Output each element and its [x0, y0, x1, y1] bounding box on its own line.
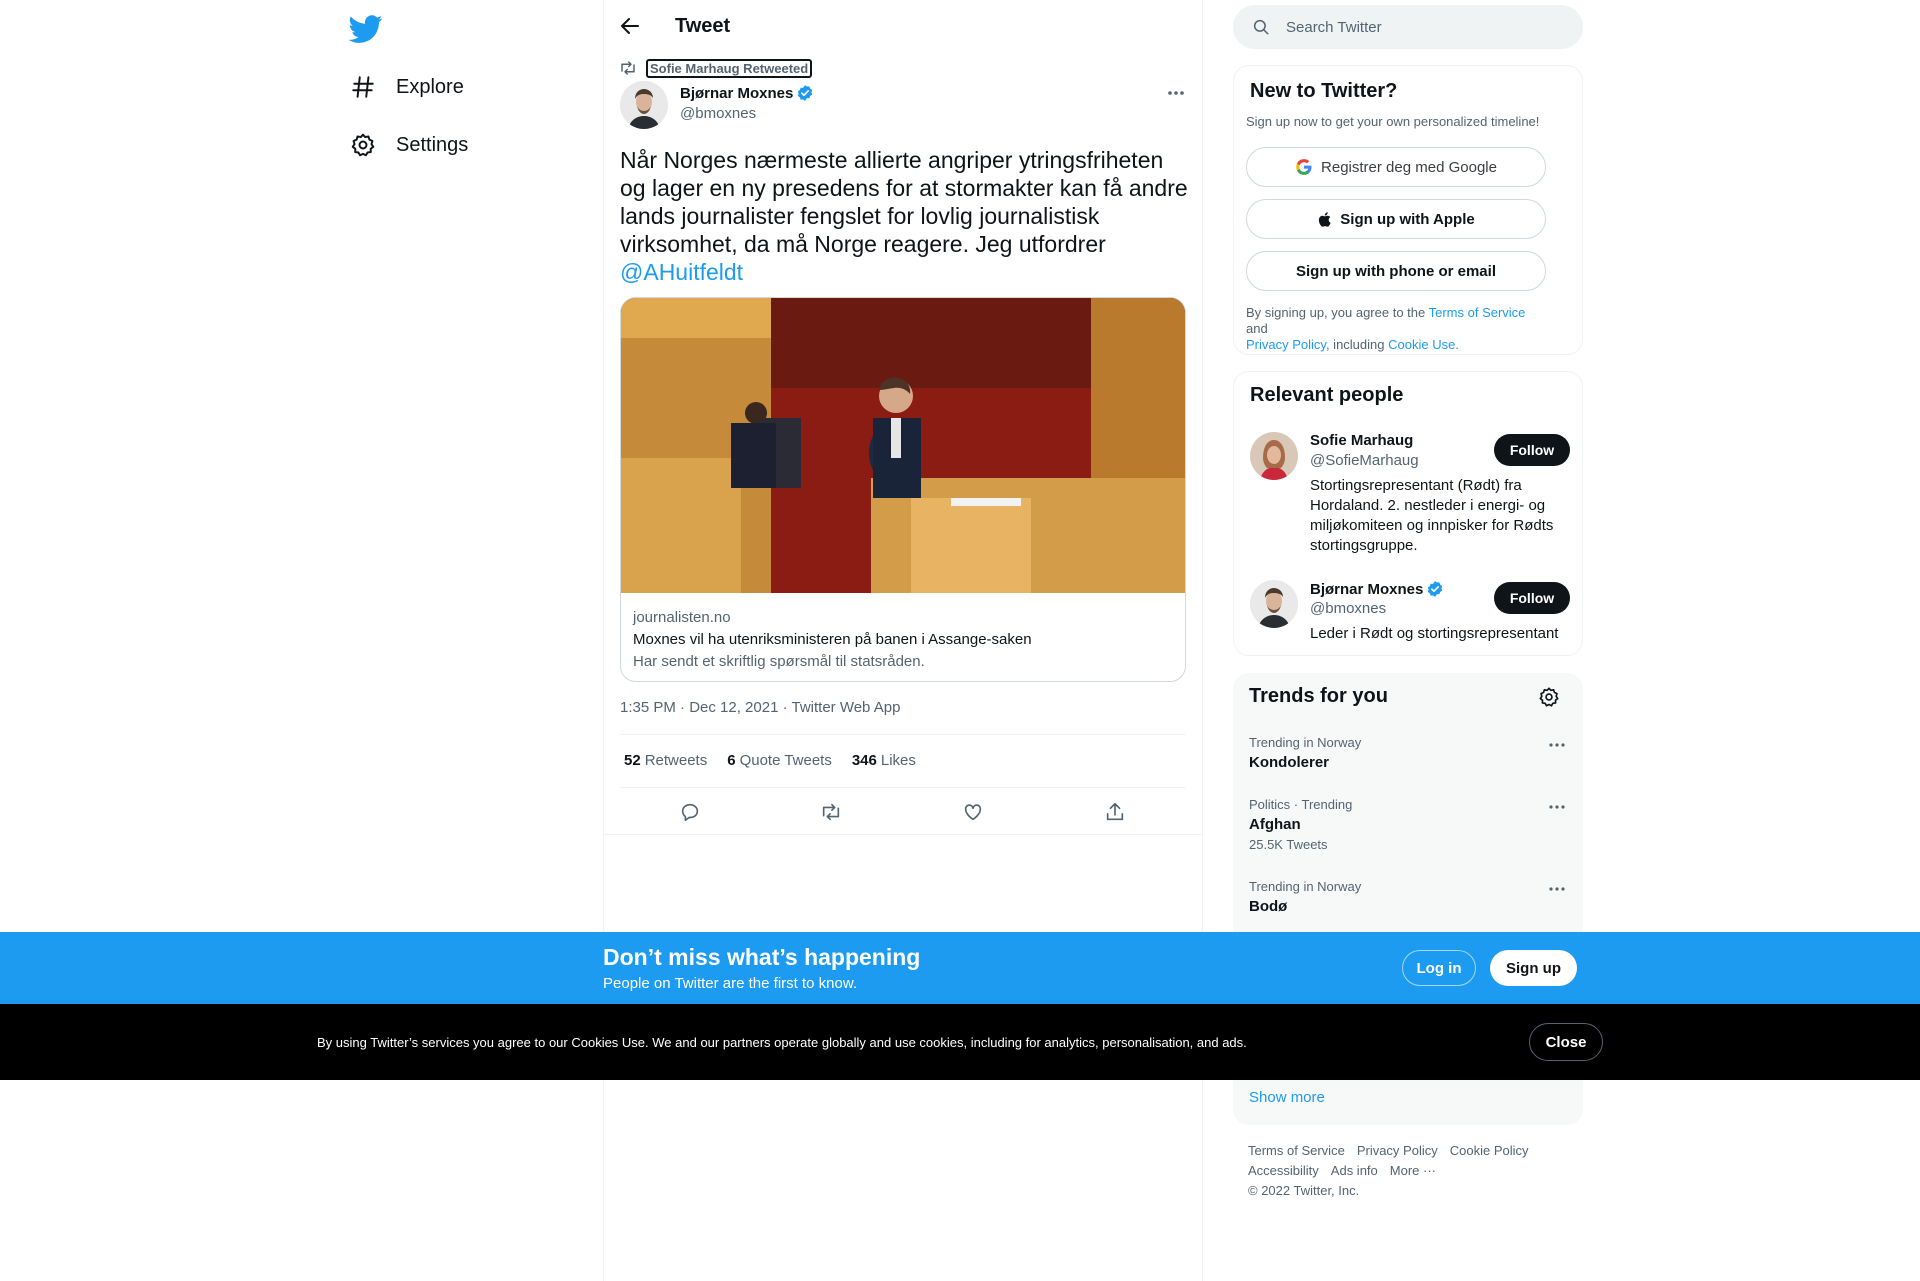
hashtag-icon [350, 74, 376, 100]
footer-link[interactable]: Ads info [1331, 1163, 1378, 1178]
avatar[interactable] [620, 81, 668, 129]
gear-icon [350, 132, 376, 158]
trend-name: Afghan [1249, 816, 1301, 833]
trend-context: Trending in Norway [1249, 879, 1362, 894]
terms-link[interactable]: Terms of Service [1429, 305, 1526, 320]
person-handle[interactable]: @bmoxnes [1310, 600, 1386, 617]
trend-context: Trending in Norway [1249, 735, 1362, 750]
google-icon [1295, 158, 1313, 176]
cookie-banner: By using Twitter’s services you agree to… [0, 1004, 1920, 1080]
retweets-stat[interactable]: 52 Retweets [624, 752, 707, 769]
footer-link[interactable]: Privacy Policy [1357, 1143, 1438, 1158]
card-description: Har sendt et skriftlig spørsmål til stat… [633, 653, 925, 670]
share-icon[interactable] [1104, 801, 1126, 823]
like-heart-icon[interactable] [962, 801, 984, 823]
card-title: Moxnes vil ha utenriksministeren på bane… [633, 631, 1032, 648]
trend-name: Bodø [1249, 898, 1288, 915]
signup-terms: By signing up, you agree to the Terms of… [1246, 305, 1526, 352]
panel-title: Relevant people [1250, 384, 1404, 406]
person-bio: Stortingsrepresentant (Rødt) fra Hordala… [1310, 477, 1554, 554]
signup-button[interactable]: Sign up [1490, 950, 1577, 986]
search-box[interactable] [1233, 5, 1583, 49]
trend-context: Politics · Trending [1249, 797, 1353, 812]
page-title: Tweet [675, 15, 731, 37]
trend-item[interactable]: Trending in Norway Kondolerer [1249, 735, 1567, 771]
avatar[interactable] [1250, 580, 1298, 628]
quote-tweets-stat[interactable]: 6 Quote Tweets [727, 752, 832, 769]
footer-link[interactable]: More ··· [1390, 1163, 1436, 1178]
mention-link[interactable]: @AHuitfeldt [620, 259, 743, 285]
reply-icon[interactable] [679, 801, 701, 823]
tweet-text: Når Norges nærmeste allierte angriper yt… [620, 147, 1188, 285]
avatar[interactable] [1250, 432, 1298, 480]
tweet-stats: 52 Retweets 6 Quote Tweets 346 Likes [624, 752, 916, 769]
retweet-icon[interactable] [820, 801, 842, 823]
nav-item-label: Explore [396, 75, 464, 98]
trend-name: Kondolerer [1249, 754, 1330, 771]
banner-subtitle: People on Twitter are the first to know. [603, 975, 858, 992]
footer-link[interactable]: Cookie Policy [1450, 1143, 1529, 1158]
back-arrow-icon[interactable] [618, 14, 642, 38]
panel-title: New to Twitter? [1250, 80, 1398, 102]
card-domain: journalisten.no [633, 609, 731, 626]
more-options-icon[interactable] [1547, 737, 1567, 753]
cookie-use-link[interactable]: Cookie Use. [1388, 337, 1459, 352]
panel-subtitle: Sign up now to get your own personalized… [1246, 114, 1540, 129]
follow-button[interactable]: Follow [1494, 434, 1570, 466]
footer-link[interactable]: Terms of Service [1248, 1143, 1345, 1158]
more-options-icon[interactable] [1162, 82, 1190, 104]
author-handle[interactable]: @bmoxnes [680, 105, 756, 122]
person-handle[interactable]: @SofieMarhaug [1310, 452, 1419, 469]
cookie-notice-text: By using Twitter’s services you agree to… [317, 1035, 1247, 1050]
divider [604, 834, 1202, 835]
footer-link[interactable]: Accessibility [1248, 1163, 1319, 1178]
divider [620, 734, 1186, 735]
phone-email-signup-button[interactable]: Sign up with phone or email [1246, 251, 1546, 291]
verified-badge-icon [796, 84, 814, 102]
person-bio: Leder i Rødt og stortingsrepresentant [1310, 625, 1559, 642]
apple-icon [1317, 211, 1334, 228]
trend-count: 25.5K Tweets [1249, 837, 1328, 852]
tweet-timestamp[interactable]: 1:35 PM · Dec 12, 2021 · Twitter Web App [620, 699, 900, 716]
retweeted-by-link[interactable]: Sofie Marhaug Retweeted [646, 59, 813, 78]
banner-title: Don’t miss what’s happening [603, 944, 921, 970]
footer-links: Terms of Service Privacy Policy Cookie Pol… [1248, 1141, 1568, 1201]
new-to-twitter-panel: New to Twitter? Sign up now to get your … [1233, 65, 1583, 355]
follow-button[interactable]: Follow [1494, 582, 1570, 614]
person-card[interactable]: Sofie Marhaug @SofieMarhaug Stortingsrep… [1250, 432, 1570, 562]
show-more-link[interactable]: Show more [1249, 1089, 1325, 1106]
trend-item[interactable]: Trending in Norway Bodø [1249, 879, 1567, 915]
search-icon [1252, 18, 1270, 36]
close-button[interactable]: Close [1529, 1023, 1603, 1061]
copyright: © 2022 Twitter, Inc. [1248, 1183, 1360, 1198]
signup-banner: Don’t miss what’s happening People on Tw… [0, 932, 1920, 1004]
likes-stat[interactable]: 346 Likes [852, 752, 916, 769]
google-signup-button[interactable]: Registrer deg med Google [1246, 147, 1546, 187]
privacy-link[interactable]: Privacy Policy [1246, 337, 1326, 352]
login-button[interactable]: Log in [1402, 950, 1476, 986]
verified-badge-icon [1426, 580, 1444, 598]
search-input[interactable] [1286, 18, 1546, 36]
apple-signup-button[interactable]: Sign up with Apple [1246, 199, 1546, 239]
more-options-icon[interactable] [1547, 881, 1567, 897]
more-options-icon[interactable] [1547, 799, 1567, 815]
author-name[interactable]: Bjørnar Moxnes [680, 84, 814, 102]
panel-title: Trends for you [1249, 685, 1388, 707]
person-name[interactable]: Bjørnar Moxnes [1310, 580, 1444, 598]
divider [620, 787, 1186, 788]
nav-item-label: Settings [396, 133, 469, 156]
retweet-icon [619, 59, 637, 77]
relevant-people-panel: Relevant people Sofie Marhaug @SofieMarh… [1233, 371, 1583, 656]
nav-item-explore[interactable]: Explore [350, 67, 464, 107]
trend-item[interactable]: Politics · Trending Afghan 25.5K Tweets [1249, 797, 1567, 852]
link-card[interactable]: journalisten.no Moxnes vil ha utenriksmi… [620, 297, 1186, 682]
gear-icon[interactable] [1538, 686, 1560, 708]
person-name[interactable]: Sofie Marhaug [1310, 432, 1413, 449]
twitter-logo-icon[interactable] [348, 12, 383, 46]
nav-item-settings[interactable]: Settings [350, 125, 468, 165]
person-card[interactable]: Bjørnar Moxnes @bmoxnes Leder i Rødt og … [1250, 580, 1570, 650]
card-image [621, 298, 1185, 593]
